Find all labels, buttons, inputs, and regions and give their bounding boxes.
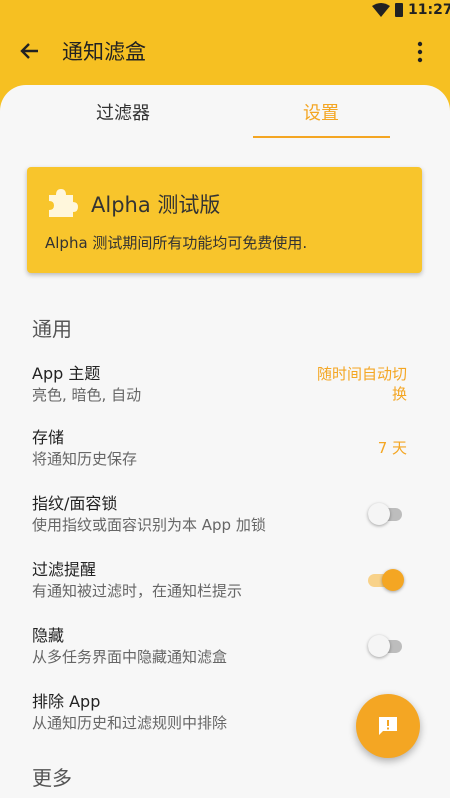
feedback-message-icon [379,717,397,735]
setting-title: App 主题 [32,364,101,383]
setting-app-theme[interactable]: App 主题 亮色, 暗色, 自动 随时间自动切换 [0,360,450,416]
status-time: 11:27 [408,2,450,18]
battery-icon [395,3,403,17]
section-more: 更多 [32,766,72,790]
setting-subtitle: 将通知历史保存 [32,450,138,468]
biometric-lock-switch[interactable] [368,502,404,526]
app-bar: 通知滤盒 [0,20,450,84]
setting-title: 过滤提醒 [32,560,97,579]
tab-settings[interactable]: 设置 [303,99,339,125]
setting-value: 7 天 [377,439,407,457]
setting-title: 隐藏 [32,626,65,645]
setting-hide[interactable]: 隐藏 从多任务界面中隐藏通知滤盒 [0,622,450,678]
filter-reminder-switch[interactable] [368,568,404,592]
puzzle-icon [49,189,78,217]
setting-value: 随时间自动切换 [316,365,407,403]
setting-title: 存储 [32,428,65,447]
setting-biometric-lock[interactable]: 指纹/面容锁 使用指纹或面容识别为本 App 加锁 [0,490,450,546]
wifi-icon [372,3,390,17]
app-title: 通知滤盒 [62,40,146,64]
setting-subtitle: 从通知历史和过滤规则中排除 [32,714,228,732]
setting-storage[interactable]: 存储 将通知历史保存 7 天 [0,424,450,480]
setting-subtitle: 亮色, 暗色, 自动 [32,386,142,404]
more-vertical-icon[interactable] [412,40,428,64]
setting-subtitle: 使用指纹或面容识别为本 App 加锁 [32,516,266,534]
status-bar: 11:27 [0,0,450,20]
setting-subtitle: 从多任务界面中隐藏通知滤盒 [32,648,228,666]
content-sheet: 过滤器 设置 Alpha 测试版 Alpha 测试期间所有功能均可免费使用. 通… [0,85,450,798]
setting-title: 指纹/面容锁 [32,494,118,513]
setting-filter-reminder[interactable]: 过滤提醒 有通知被过滤时，在通知栏提示 [0,556,450,612]
setting-subtitle: 有通知被过滤时，在通知栏提示 [32,582,243,600]
back-arrow-icon[interactable] [18,40,40,62]
setting-title: 排除 App [32,692,101,711]
alpha-card[interactable]: Alpha 测试版 Alpha 测试期间所有功能均可免费使用. [27,167,422,273]
section-general: 通用 [32,317,72,341]
feedback-fab-button[interactable] [356,694,420,758]
tab-bar: 过滤器 设置 [0,85,450,139]
hide-switch[interactable] [368,634,404,658]
alpha-title: Alpha 测试版 [91,193,221,217]
alpha-description: Alpha 测试期间所有功能均可免费使用. [45,234,308,252]
tab-filters[interactable]: 过滤器 [96,99,150,125]
tab-indicator [253,136,390,138]
